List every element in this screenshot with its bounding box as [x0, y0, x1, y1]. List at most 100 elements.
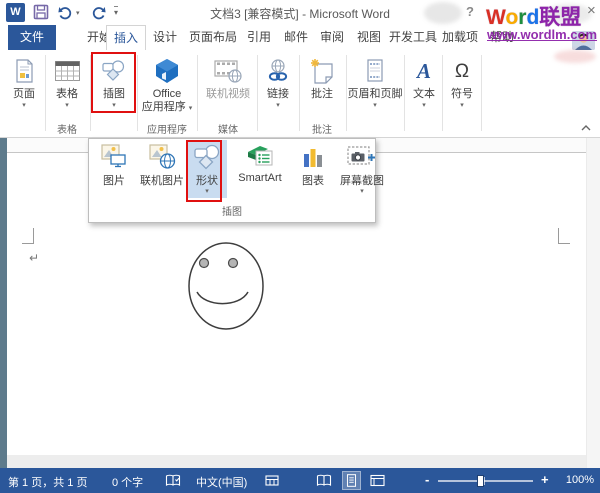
dropdown-arrow-icon: ▾	[4, 101, 44, 110]
save-icon[interactable]	[33, 4, 49, 20]
tab-file[interactable]: 文件	[8, 25, 56, 50]
tab-review[interactable]: 审阅	[315, 25, 349, 50]
watermark-logo-letter: o	[505, 6, 518, 29]
document-left-margin-strip	[0, 138, 7, 468]
help-icon[interactable]: ?	[466, 4, 474, 19]
annotation-box-shapes	[186, 140, 222, 202]
zoom-slider-center-tick	[484, 477, 485, 485]
tab-mailings[interactable]: 邮件	[279, 25, 313, 50]
page-info[interactable]: 第 1 页，共 1 页	[8, 474, 87, 490]
online-pictures-label: 联机图片	[135, 172, 189, 188]
annotation-box-illustrations	[91, 52, 136, 113]
vertical-scrollbar[interactable]	[586, 138, 600, 468]
office-apps-label-line2: 应用程序 ▾	[138, 101, 196, 114]
print-layout-view-icon[interactable]	[342, 471, 361, 490]
group-divider	[404, 55, 405, 131]
undo-icon[interactable]	[57, 4, 74, 21]
smartart-icon	[227, 142, 293, 172]
language-status[interactable]: 中文(中国)	[196, 474, 247, 490]
online-pictures-icon	[135, 142, 189, 172]
zoom-slider-track[interactable]	[438, 480, 533, 482]
status-bar: 第 1 页，共 1 页 0 个字 中文(中国) -	[0, 468, 600, 493]
picture-label: 图片	[93, 172, 135, 188]
word-count[interactable]: 0 个字	[112, 474, 143, 490]
tab-page-layout[interactable]: 页面布局	[186, 25, 240, 50]
word-window: W ▾ ▾ 文档3 [兼容模式] - Microsoft Word ? × 文件…	[0, 0, 600, 493]
office-apps-icon	[138, 54, 196, 88]
tab-developer[interactable]: 开发工具	[389, 25, 437, 50]
group-label-media: 媒体	[200, 121, 256, 136]
comment-icon	[300, 54, 344, 88]
illustrations-flyout: 图片 联机图片	[88, 138, 376, 223]
dropdown-arrow-icon: ▾	[258, 101, 298, 110]
web-layout-view-icon[interactable]	[370, 474, 385, 487]
margin-corner-top-left	[22, 228, 34, 244]
watermark-logo-letter: d	[526, 6, 539, 29]
collapse-ribbon-icon[interactable]	[580, 124, 592, 132]
zoom-in-button[interactable]: +	[541, 472, 549, 487]
window-title: 文档3 [兼容模式] - Microsoft Word	[150, 5, 450, 22]
watermark-logo-letters-cn: 联盟	[539, 6, 581, 29]
dropdown-arrow-icon: ▾	[189, 105, 193, 112]
chart-menu-item[interactable]: 图表	[293, 142, 333, 188]
zoom-out-button[interactable]: -	[425, 472, 429, 487]
header-footer-icon	[347, 54, 403, 88]
text-icon: A	[406, 54, 442, 88]
header-footer-button[interactable]: 页眉和页脚 ▾	[347, 54, 403, 110]
screenshot-icon	[333, 142, 391, 172]
tab-design[interactable]: 设计	[148, 25, 182, 50]
proofing-icon[interactable]	[165, 474, 181, 487]
watermark-figure	[554, 50, 596, 63]
document-bottom-strip	[7, 455, 586, 468]
watermark-figure	[424, 2, 462, 24]
word-app-icon: W	[6, 3, 25, 22]
header-footer-label: 页眉和页脚	[347, 88, 403, 101]
comment-label: 批注	[300, 88, 344, 101]
undo-dropdown-icon[interactable]: ▾	[76, 9, 80, 17]
table-button[interactable]: 表格 ▾	[46, 54, 88, 110]
ribbon: 页面 ▾ 表格 ▾	[0, 50, 600, 138]
watermark-url: www.wordlm.com	[487, 27, 597, 42]
online-video-button[interactable]: 联机视频	[200, 54, 256, 101]
symbol-label: 符号	[444, 88, 480, 101]
office-apps-button[interactable]: Office 应用程序 ▾	[138, 54, 196, 114]
links-icon	[258, 54, 298, 88]
smiley-right-eye	[229, 259, 238, 268]
tab-addins[interactable]: 加载项	[439, 25, 481, 50]
group-label-table: 表格	[46, 121, 88, 136]
paragraph-mark: ↵	[29, 251, 39, 265]
picture-menu-item[interactable]: 图片	[93, 142, 135, 188]
read-mode-view-icon[interactable]	[316, 474, 332, 487]
picture-icon	[93, 142, 135, 172]
online-video-icon	[200, 54, 256, 88]
smiley-left-eye	[200, 259, 209, 268]
tab-references[interactable]: 引用	[242, 25, 276, 50]
pages-button[interactable]: 页面 ▾	[4, 54, 44, 110]
chart-label: 图表	[293, 172, 333, 188]
group-label-apps: 应用程序	[138, 121, 196, 136]
tab-insert[interactable]: 插入	[106, 25, 146, 50]
quick-access-more-icon[interactable]: ▾	[114, 6, 118, 17]
symbol-button[interactable]: Ω 符号 ▾	[444, 54, 480, 110]
group-divider	[442, 55, 443, 131]
symbol-icon: Ω	[444, 54, 480, 88]
online-pictures-menu-item[interactable]: 联机图片	[135, 142, 189, 188]
tab-view[interactable]: 视图	[352, 25, 386, 50]
zoom-level[interactable]: 100%	[558, 474, 594, 486]
text-button[interactable]: A 文本 ▾	[406, 54, 442, 110]
screenshot-label: 屏幕截图	[333, 172, 391, 188]
office-apps-label-line1: Office	[138, 88, 196, 101]
zoom-slider-thumb[interactable]	[477, 475, 484, 487]
links-button[interactable]: 链接 ▾	[258, 54, 298, 110]
smartart-menu-item[interactable]: SmartArt	[227, 142, 293, 184]
redo-icon[interactable]	[90, 4, 107, 21]
links-label: 链接	[258, 88, 298, 101]
smiley-face-shape[interactable]	[181, 239, 271, 335]
dropdown-arrow-icon: ▾	[444, 101, 480, 110]
dropdown-arrow-icon: ▾	[406, 101, 442, 110]
screenshot-menu-item[interactable]: 屏幕截图 ▾	[333, 142, 391, 196]
dropdown-arrow-icon: ▾	[347, 101, 403, 110]
comment-button[interactable]: 批注	[300, 54, 344, 101]
macro-record-icon[interactable]	[265, 474, 280, 487]
group-divider	[197, 55, 198, 131]
